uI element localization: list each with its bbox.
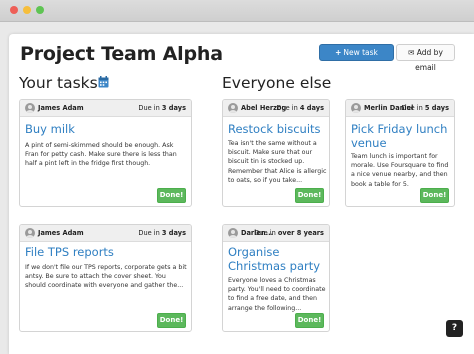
task-card: Abel Herzog Due in 4 days Restock biscui… bbox=[222, 99, 330, 207]
task-title-link[interactable]: Organise Christmas party bbox=[228, 245, 328, 273]
task-card-header: James Adam Due in 3 days bbox=[20, 225, 191, 242]
task-card-header: Darlen... Due in over 8 years bbox=[223, 225, 329, 242]
everyone-else-heading: Everyone else bbox=[222, 74, 332, 92]
task-due: Due in over 8 years bbox=[254, 229, 324, 237]
envelope-icon: ✉ bbox=[408, 48, 415, 57]
done-button[interactable]: Done! bbox=[157, 313, 186, 328]
page: Project Team Alpha + New task ✉ Add by em… bbox=[9, 34, 474, 354]
add-by-email-button[interactable]: ✉ Add by email bbox=[396, 44, 455, 72]
task-description: A pint of semi-skimmed should be enough.… bbox=[25, 142, 177, 168]
task-title-link[interactable]: Restock biscuits bbox=[228, 122, 328, 137]
new-task-label: New task bbox=[343, 48, 378, 57]
done-button[interactable]: Done! bbox=[295, 188, 324, 203]
task-owner: James Adam bbox=[38, 229, 84, 237]
avatar bbox=[351, 103, 361, 113]
avatar bbox=[25, 103, 35, 113]
task-due: Due in 5 days bbox=[401, 104, 449, 112]
done-button[interactable]: Done! bbox=[295, 313, 324, 328]
task-title-link[interactable]: Pick Friday lunch venue bbox=[351, 122, 453, 150]
avatar bbox=[25, 228, 35, 238]
task-description: Tea isn't the same without a biscuit. Ma… bbox=[228, 140, 327, 184]
calendar-icon[interactable] bbox=[98, 76, 109, 88]
your-tasks-heading: Your tasks bbox=[19, 74, 98, 92]
task-description: Team lunch is important for morale. Use … bbox=[351, 153, 449, 188]
close-window-dot[interactable] bbox=[10, 6, 18, 14]
task-card-header: James Adam Due in 3 days bbox=[20, 100, 191, 117]
maximize-window-dot[interactable] bbox=[36, 6, 44, 14]
done-button[interactable]: Done! bbox=[420, 188, 449, 203]
new-task-button[interactable]: + New task bbox=[319, 44, 394, 61]
task-card: Darlen... Due in over 8 years Organise C… bbox=[222, 224, 330, 332]
task-card: James Adam Due in 3 days File TPS report… bbox=[19, 224, 192, 332]
task-card-header: Merlin Daniel Due in 5 days bbox=[346, 100, 454, 117]
minimize-window-dot[interactable] bbox=[23, 6, 31, 14]
task-description: Everyone loves a Christmas party. You'll… bbox=[228, 277, 326, 312]
avatar bbox=[228, 103, 238, 113]
add-by-email-label: Add by email bbox=[415, 48, 443, 72]
task-description: If we don't file our TPS reports, corpor… bbox=[25, 264, 187, 290]
page-title: Project Team Alpha bbox=[20, 43, 223, 65]
task-card-header: Abel Herzog Due in 4 days bbox=[223, 100, 329, 117]
task-due: Due in 3 days bbox=[138, 104, 186, 112]
task-title-link[interactable]: Buy milk bbox=[25, 122, 188, 137]
avatar bbox=[228, 228, 238, 238]
help-button[interactable]: ? bbox=[446, 320, 463, 337]
task-owner: James Adam bbox=[38, 104, 84, 112]
task-card: James Adam Due in 3 days Buy milk A pint… bbox=[19, 99, 192, 207]
task-title-link[interactable]: File TPS reports bbox=[25, 245, 188, 260]
browser-chrome bbox=[0, 0, 474, 22]
done-button[interactable]: Done! bbox=[157, 188, 186, 203]
plus-icon: + bbox=[335, 48, 342, 57]
task-due: Due in 4 days bbox=[276, 104, 324, 112]
task-card: Merlin Daniel Due in 5 days Pick Friday … bbox=[345, 99, 455, 207]
task-due: Due in 3 days bbox=[138, 229, 186, 237]
question-icon: ? bbox=[451, 323, 458, 333]
